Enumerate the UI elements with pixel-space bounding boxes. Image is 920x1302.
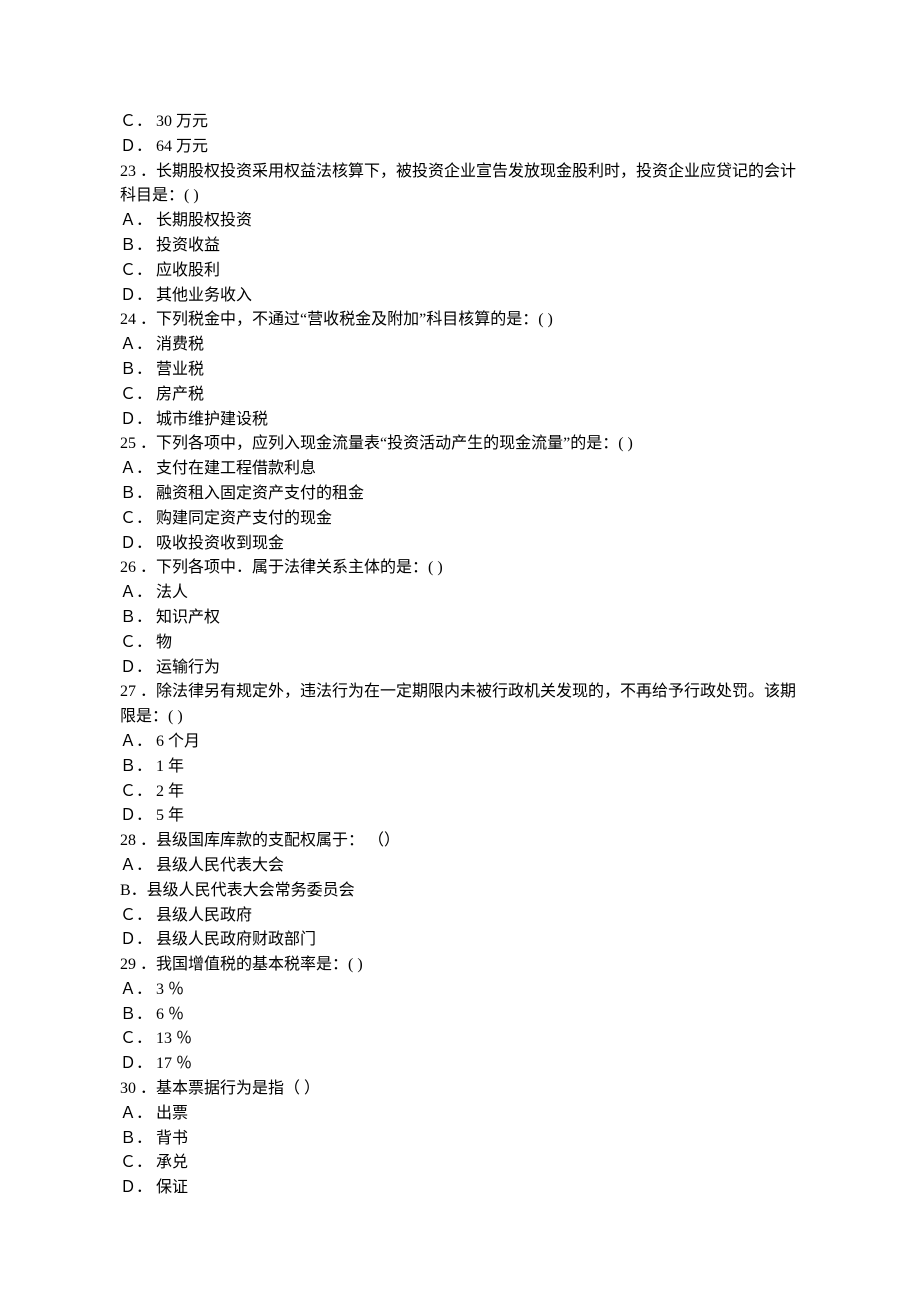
question-number: 23	[120, 163, 136, 180]
option-line: Ｃ． 2 年	[120, 780, 800, 805]
option-line: Ｄ． 运输行为	[120, 656, 800, 681]
question-stem: 24 ．下列税金中，不通过“营收税金及附加”科目核算的是：( )	[120, 308, 800, 333]
question-text: 除法律另有规定外，违法行为在一定期限内未被行政机关发现的，不再给予行政处罚。该期…	[120, 683, 796, 725]
option-line: Ｂ． 背书	[120, 1127, 800, 1152]
option-line: Ｄ． 县级人民政府财政部门	[120, 928, 800, 953]
option-line: Ｃ． 房产税	[120, 383, 800, 408]
question-number: 28	[120, 832, 136, 849]
question-text: 下列税金中，不通过“营收税金及附加”科目核算的是：( )	[156, 311, 553, 328]
question-stem: 25 ．下列各项中，应列入现金流量表“投资活动产生的现金流量”的是：( )	[120, 432, 800, 457]
question-number: 30	[120, 1080, 136, 1097]
option-line: Ｂ． 1 年	[120, 755, 800, 780]
question-stem: 28 ．县级国库库款的支配权属于： （）	[120, 829, 800, 854]
question-number: 25	[120, 435, 136, 452]
option-line: Ａ． 县级人民代表大会	[120, 854, 800, 879]
question-number: 27	[120, 683, 136, 700]
question-text: 下列各项中．属于法律关系主体的是：( )	[156, 559, 443, 576]
question-stem: 26 ．下列各项中．属于法律关系主体的是：( )	[120, 556, 800, 581]
option-line: B．县级人民代表大会常务委员会	[120, 879, 800, 904]
option-line: Ｄ． 吸收投资收到现金	[120, 532, 800, 557]
question-text: 下列各项中，应列入现金流量表“投资活动产生的现金流量”的是：( )	[156, 435, 633, 452]
option-line: Ｂ． 营业税	[120, 358, 800, 383]
option-line: Ｃ． 县级人民政府	[120, 904, 800, 929]
question-stem: 23 ．长期股权投资采用权益法核算下，被投资企业宣告发放现金股利时，投资企业应贷…	[120, 160, 800, 210]
option-line: Ｃ． 物	[120, 631, 800, 656]
option-line: Ｄ． 其他业务收入	[120, 284, 800, 309]
option-line: Ｂ． 知识产权	[120, 606, 800, 631]
option-line: Ａ． 消费税	[120, 333, 800, 358]
option-line: Ａ． 3 ％	[120, 978, 800, 1003]
document-page: Ｃ． 30 万元 Ｄ． 64 万元 23 ．长期股权投资采用权益法核算下，被投资…	[0, 0, 920, 1302]
option-line: Ｃ． 13 ％	[120, 1027, 800, 1052]
option-line: Ａ． 法人	[120, 581, 800, 606]
option-line: Ｄ． 5 年	[120, 804, 800, 829]
question-stem: 29 ．我国增值税的基本税率是：( )	[120, 953, 800, 978]
option-line: Ｄ． 64 万元	[120, 135, 800, 160]
option-line: Ｄ． 保证	[120, 1176, 800, 1201]
option-line: Ａ． 支付在建工程借款利息	[120, 457, 800, 482]
option-line: Ｃ． 应收股利	[120, 259, 800, 284]
option-line: Ｃ． 购建同定资产支付的现金	[120, 507, 800, 532]
option-line: Ｄ． 17 ％	[120, 1052, 800, 1077]
question-number: 29	[120, 956, 136, 973]
option-line: Ｂ． 投资收益	[120, 234, 800, 259]
question-number: 26	[120, 559, 136, 576]
option-line: Ｂ． 融资租入固定资产支付的租金	[120, 482, 800, 507]
question-number: 24	[120, 311, 136, 328]
option-line: Ａ． 出票	[120, 1102, 800, 1127]
option-line: Ｃ． 30 万元	[120, 110, 800, 135]
question-stem: 27 ．除法律另有规定外，违法行为在一定期限内未被行政机关发现的，不再给予行政处…	[120, 680, 800, 730]
question-text: 县级国库库款的支配权属于： （）	[156, 832, 400, 849]
question-text: 我国增值税的基本税率是：( )	[156, 956, 363, 973]
option-line: Ａ． 长期股权投资	[120, 209, 800, 234]
option-line: Ｄ． 城市维护建设税	[120, 408, 800, 433]
question-stem: 30 ．基本票据行为是指（ ）	[120, 1077, 800, 1102]
option-line: Ｂ． 6 ％	[120, 1003, 800, 1028]
option-line: Ａ． 6 个月	[120, 730, 800, 755]
option-line: Ｃ． 承兑	[120, 1151, 800, 1176]
question-text: 长期股权投资采用权益法核算下，被投资企业宣告发放现金股利时，投资企业应贷记的会计…	[120, 163, 796, 205]
question-text: 基本票据行为是指（ ）	[156, 1080, 320, 1097]
